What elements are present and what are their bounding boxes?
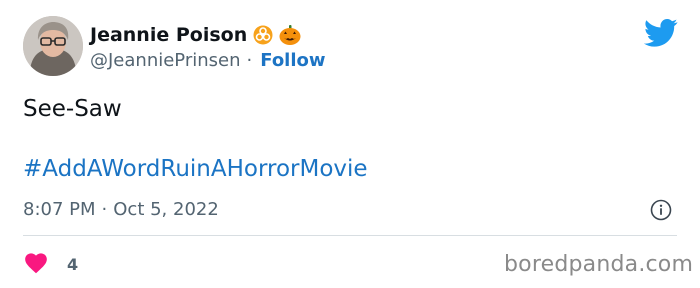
watermark: boredpanda.com [504, 252, 694, 277]
jack-o-lantern-emoji-icon [279, 25, 301, 45]
info-icon[interactable] [650, 199, 672, 221]
timestamp-separator: · [101, 199, 108, 220]
heart-icon[interactable] [23, 250, 49, 278]
handle-separator: · [246, 50, 253, 71]
tweet-time: 8:07 PM [23, 199, 96, 220]
follow-button[interactable]: Follow [260, 50, 325, 71]
like-count: 4 [67, 254, 79, 274]
tweet-date: Oct 5, 2022 [113, 199, 219, 220]
user-handle[interactable]: @JeanniePrinsen [90, 50, 241, 71]
avatar-image [23, 16, 83, 76]
avatar[interactable] [23, 16, 83, 76]
display-name[interactable]: Jeannie Poison [90, 24, 247, 46]
divider [23, 235, 677, 236]
tweet-card: Jeannie Poison @JeanniePrinsen · Follow [0, 0, 700, 288]
tweet-text: See-Saw [23, 96, 122, 122]
name-row: Jeannie Poison [90, 22, 301, 48]
biohazard-emoji-icon [253, 25, 273, 45]
hashtag-link[interactable]: #AddAWordRuinAHorrorMovie [23, 156, 368, 182]
like-action[interactable]: 4 [23, 250, 78, 278]
handle-row: @JeanniePrinsen · Follow [90, 50, 326, 71]
tweet-timestamp[interactable]: 8:07 PM · Oct 5, 2022 [23, 199, 219, 220]
twitter-bird-icon[interactable] [643, 18, 678, 48]
